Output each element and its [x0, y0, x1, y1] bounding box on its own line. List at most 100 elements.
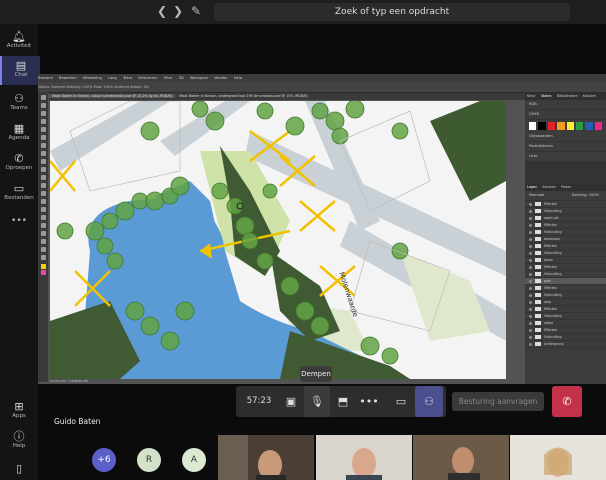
panel-tab[interactable]: Lagen: [527, 185, 537, 189]
ps-doc-tab[interactable]: Maat Batlen in Knivan, ondergrond kpo 19…: [176, 94, 311, 98]
ps-menu-item[interactable]: Laag: [108, 76, 117, 80]
layer-row[interactable]: Vlakvulling: [525, 229, 606, 236]
eye-icon[interactable]: [529, 230, 532, 234]
eye-icon[interactable]: [529, 251, 532, 255]
eye-icon[interactable]: [529, 300, 532, 304]
eye-icon[interactable]: [529, 216, 532, 220]
opacity-field[interactable]: Dekking: 100%: [572, 192, 599, 199]
eye-icon[interactable]: [529, 272, 532, 276]
panel-tab[interactable]: Kleur: [527, 94, 536, 98]
hangup-icon[interactable]: ✆: [552, 386, 582, 417]
layer-row[interactable]: Effecten: [525, 306, 606, 313]
ps-menu-item[interactable]: Help: [234, 76, 242, 80]
eye-icon[interactable]: [529, 293, 532, 297]
swatch[interactable]: [538, 122, 546, 130]
search-input[interactable]: Zoek of typ een opdracht: [214, 3, 570, 21]
layer-row[interactable]: Achtergrond: [525, 341, 606, 348]
layer-row[interactable]: water: [525, 320, 606, 327]
eye-icon[interactable]: [529, 202, 532, 206]
background-color-swatch[interactable]: [40, 270, 46, 275]
history-brush-icon[interactable]: [40, 167, 46, 172]
layer-row[interactable]: zwart-wit: [525, 215, 606, 222]
chevron-left-icon[interactable]: ❮: [157, 4, 167, 18]
rail-files[interactable]: ▭ Bestanden: [0, 182, 38, 201]
swatch-folder[interactable]: CMYK: [525, 110, 606, 120]
share-screen-icon[interactable]: ⬒: [330, 386, 356, 417]
ps-menu-item[interactable]: Tekst: [123, 76, 132, 80]
swatch-folder[interactable]: RGB: [525, 100, 606, 110]
eye-icon[interactable]: [529, 223, 532, 227]
pen-tool-icon[interactable]: [40, 207, 46, 212]
avatar[interactable]: A: [182, 448, 206, 472]
participant-video[interactable]: [218, 435, 314, 480]
ps-menu-item[interactable]: Weergave: [190, 76, 208, 80]
more-tools-icon[interactable]: [40, 255, 46, 260]
rail-device[interactable]: ▯: [0, 462, 38, 475]
eraser-tool-icon[interactable]: [40, 175, 46, 180]
eyedropper-icon[interactable]: [40, 135, 46, 140]
ps-menu-item[interactable]: Bewerken: [59, 76, 77, 80]
compose-icon[interactable]: ✎: [191, 4, 201, 18]
participant-video[interactable]: [510, 435, 606, 480]
camera-icon[interactable]: ▣: [278, 386, 304, 417]
rail-more[interactable]: •••: [0, 216, 38, 226]
swatch[interactable]: [585, 122, 593, 130]
avatar[interactable]: R: [137, 448, 161, 472]
magic-wand-icon[interactable]: [40, 119, 46, 124]
swatch[interactable]: [566, 122, 574, 130]
marquee-tool-icon[interactable]: [40, 103, 46, 108]
shape-tool-icon[interactable]: [40, 231, 46, 236]
blend-mode-select[interactable]: Normaal: [529, 193, 544, 197]
eye-icon[interactable]: [529, 307, 532, 311]
layer-row[interactable]: Vlakvulling: [525, 334, 606, 341]
swatch-folder[interactable]: Pastelkleuren: [525, 142, 606, 152]
swatch-folder[interactable]: Grijswaarden: [525, 132, 606, 142]
eye-icon[interactable]: [529, 279, 532, 283]
layer-row[interactable]: Vlakvulling: [525, 313, 606, 320]
eye-icon[interactable]: [529, 342, 532, 346]
eye-icon[interactable]: [529, 328, 532, 332]
blur-tool-icon[interactable]: [40, 191, 46, 196]
overflow-participants[interactable]: +6: [92, 448, 116, 472]
eye-icon[interactable]: [529, 335, 532, 339]
eye-icon[interactable]: [529, 237, 532, 241]
swatch[interactable]: [547, 122, 556, 130]
eye-icon[interactable]: [529, 286, 532, 290]
type-tool-icon[interactable]: [40, 215, 46, 220]
ps-menu-item[interactable]: Bestand: [38, 76, 53, 80]
eye-icon[interactable]: [529, 265, 532, 269]
ps-menu-item[interactable]: Afbeelding: [83, 76, 102, 80]
ps-menu-item[interactable]: Selecteren: [138, 76, 157, 80]
layer-row[interactable]: Vlakvulling: [525, 250, 606, 257]
lasso-tool-icon[interactable]: [40, 111, 46, 116]
eye-icon[interactable]: [529, 321, 532, 325]
participant-video[interactable]: [413, 435, 509, 480]
rail-teams[interactable]: ⚇ Teams: [0, 92, 38, 111]
gradient-tool-icon[interactable]: [40, 183, 46, 188]
ps-canvas[interactable]: Molenwaarde: [50, 101, 506, 379]
layer-row[interactable]: Effecten: [525, 201, 606, 208]
layer-row[interactable]: Vlakvulling: [525, 292, 606, 299]
hand-tool-icon[interactable]: [40, 239, 46, 244]
participant-video[interactable]: [316, 435, 412, 480]
rail-calls[interactable]: ✆ Oproepen: [0, 152, 38, 171]
eye-icon[interactable]: [529, 258, 532, 262]
eye-icon[interactable]: [529, 244, 532, 248]
request-control-button[interactable]: Besturing aanvragen: [452, 392, 544, 411]
panel-tab[interactable]: Kanalen: [583, 94, 597, 98]
more-icon[interactable]: •••: [356, 386, 382, 417]
rail-apps[interactable]: ⊞ Apps: [0, 400, 38, 419]
layer-row[interactable]: weg: [525, 299, 606, 306]
chat-bubble-icon[interactable]: ▭: [388, 386, 414, 417]
layer-row[interactable]: boom: [525, 257, 606, 264]
swatch[interactable]: [529, 122, 537, 130]
swatch[interactable]: [594, 122, 602, 130]
layer-row[interactable]: Effecten: [525, 243, 606, 250]
ps-doc-tab[interactable]: Maat Batlen in Knivan, colour schetsmaxl…: [49, 94, 176, 98]
rail-chat[interactable]: ▤ Chat: [0, 56, 40, 85]
chevron-right-icon[interactable]: ❯: [173, 4, 183, 18]
panel-tab[interactable]: Paden: [561, 185, 571, 189]
swatch-folder[interactable]: Licht: [525, 152, 606, 162]
panel-tab[interactable]: Kanalen: [542, 185, 556, 189]
layer-row[interactable]: Effecten: [525, 327, 606, 334]
